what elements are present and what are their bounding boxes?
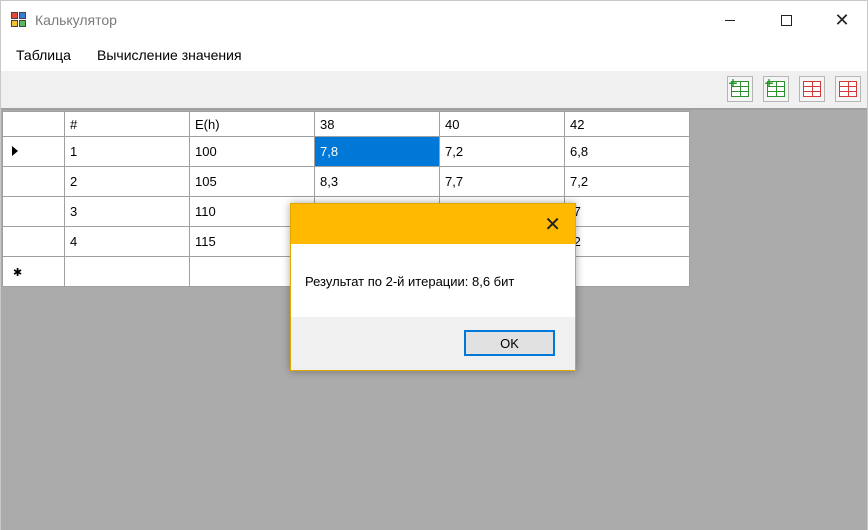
grid-cell[interactable]: 100 xyxy=(189,136,315,167)
row-header[interactable] xyxy=(2,196,65,227)
header-row: # E(h) 38 40 42 xyxy=(2,111,690,137)
dialog-title-bar: ✕ xyxy=(291,204,575,244)
grid-cell[interactable]: 4 xyxy=(64,226,190,257)
table-row: 1 100 7,8 7,2 6,8 xyxy=(2,136,690,167)
grid-cell[interactable]: ,7 xyxy=(564,196,690,227)
menu-bar: Таблица Вычисление значения xyxy=(1,39,867,71)
grid-cell[interactable]: 8,3 xyxy=(314,166,440,197)
grid-cell[interactable]: 7,7 xyxy=(439,166,565,197)
grid-cell-empty[interactable] xyxy=(64,256,190,287)
grid-cell[interactable]: 3 xyxy=(64,196,190,227)
add-row-button[interactable]: + xyxy=(763,76,789,102)
grid-cell[interactable]: ,2 xyxy=(564,226,690,257)
dialog-close-button[interactable]: ✕ xyxy=(544,214,561,234)
dialog-body: Результат по 2-й итерации: 8,6 бит xyxy=(291,244,575,317)
delete-row-button[interactable] xyxy=(835,76,861,102)
minimize-button[interactable] xyxy=(707,1,753,39)
minimize-icon xyxy=(725,19,735,21)
close-button[interactable]: ✕ xyxy=(819,1,865,39)
grid-cell-empty[interactable] xyxy=(564,256,690,287)
new-row-header[interactable]: ✱ xyxy=(2,256,65,287)
grid-cell[interactable]: 7,2 xyxy=(564,166,690,197)
table-row: 2 105 8,3 7,7 7,2 xyxy=(2,166,690,197)
grid-cell[interactable]: 6,8 xyxy=(564,136,690,167)
column-header[interactable]: 40 xyxy=(439,111,565,137)
message-dialog: ✕ Результат по 2-й итерации: 8,6 бит OK xyxy=(290,203,576,371)
ok-button[interactable]: OK xyxy=(464,330,555,356)
row-header[interactable] xyxy=(2,226,65,257)
maximize-button[interactable] xyxy=(763,1,809,39)
toolbar: + + xyxy=(1,71,867,108)
new-row-star-icon: ✱ xyxy=(13,266,23,279)
menu-item-compute-value[interactable]: Вычисление значения xyxy=(97,47,242,63)
grid-cell[interactable]: 105 xyxy=(189,166,315,197)
grid-cell-selected[interactable]: 7,8 xyxy=(314,136,440,167)
delete-column-button[interactable] xyxy=(799,76,825,102)
dialog-message: Результат по 2-й итерации: 8,6 бит xyxy=(305,274,515,289)
row-header[interactable] xyxy=(2,166,65,197)
main-window: Калькулятор ✕ Таблица Вычисление значени… xyxy=(0,0,868,530)
delete-column-icon xyxy=(803,81,821,97)
grid-cell[interactable]: 7,2 xyxy=(439,136,565,167)
grid-cell[interactable]: 2 xyxy=(64,166,190,197)
row-header-current[interactable] xyxy=(2,136,65,167)
add-row-icon: + xyxy=(764,77,785,97)
column-header[interactable]: 42 xyxy=(564,111,690,137)
menu-item-table[interactable]: Таблица xyxy=(16,47,71,63)
add-column-button[interactable]: + xyxy=(727,76,753,102)
corner-header[interactable] xyxy=(2,111,65,137)
add-column-icon: + xyxy=(728,77,749,97)
close-icon: ✕ xyxy=(544,212,561,236)
current-row-arrow-icon xyxy=(12,146,18,156)
close-icon: ✕ xyxy=(834,9,850,31)
column-header[interactable]: 38 xyxy=(314,111,440,137)
grid-cell[interactable]: 1 xyxy=(64,136,190,167)
column-header[interactable]: # xyxy=(64,111,190,137)
maximize-icon xyxy=(780,14,792,26)
title-bar: Калькулятор ✕ xyxy=(1,1,867,39)
column-header[interactable]: E(h) xyxy=(189,111,315,137)
delete-row-icon xyxy=(839,81,857,97)
window-title: Калькулятор xyxy=(35,12,117,28)
app-icon xyxy=(11,12,27,28)
